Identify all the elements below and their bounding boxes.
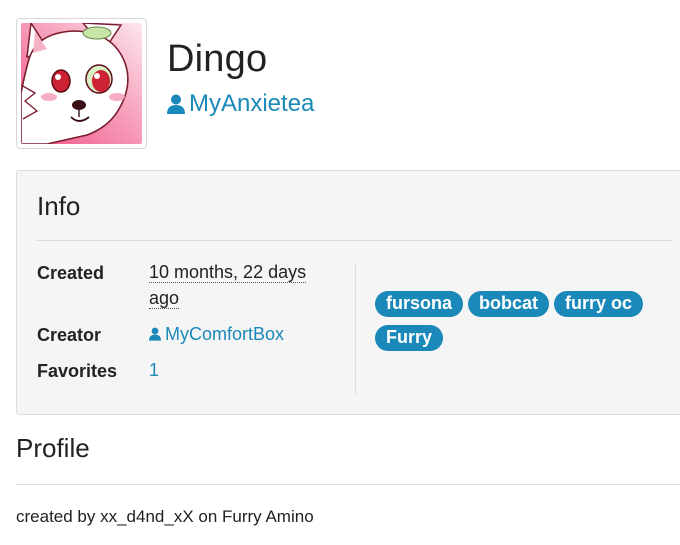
- creator-link[interactable]: MyComfortBox: [149, 321, 284, 347]
- creator-name: MyComfortBox: [165, 324, 285, 344]
- character-name: Dingo: [167, 38, 268, 80]
- favorites-label: Favorites: [37, 361, 118, 381]
- profile-text: created by xx_d4nd_xX on Furry Amino: [16, 507, 314, 526]
- info-divider: [37, 240, 672, 241]
- creator-label: Creator: [37, 325, 102, 345]
- info-heading: Info: [37, 191, 81, 221]
- user-icon: [167, 94, 185, 114]
- owner-name: MyAnxietea: [189, 90, 315, 117]
- favorites-count-link[interactable]: 1: [149, 357, 159, 383]
- avatar-image: [21, 23, 142, 144]
- profile-heading: Profile: [16, 433, 90, 463]
- tag-furry-oc[interactable]: furry oc: [554, 291, 644, 317]
- created-label: Created: [37, 263, 105, 283]
- owner-link[interactable]: MyAnxietea: [167, 90, 314, 118]
- profile-divider: [16, 484, 680, 485]
- created-value: 10 months, 22 days ago: [149, 259, 307, 311]
- character-page: Dingo MyAnxietea Info Created 10 months,…: [0, 0, 680, 545]
- character-avatar[interactable]: [16, 18, 147, 149]
- tag-bobcat[interactable]: bobcat: [468, 291, 550, 317]
- created-value-line2: ago: [149, 288, 180, 309]
- info-panel: Info Created 10 months, 22 days ago Crea…: [16, 170, 680, 415]
- user-icon: [149, 327, 161, 341]
- tag-fursona[interactable]: fursona: [375, 291, 464, 317]
- created-value-line1: 10 months, 22 days: [149, 262, 307, 283]
- tag-list: fursona bobcat furry oc Furry: [375, 291, 675, 359]
- info-column-separator: [355, 263, 356, 394]
- tag-furry[interactable]: Furry: [375, 325, 444, 351]
